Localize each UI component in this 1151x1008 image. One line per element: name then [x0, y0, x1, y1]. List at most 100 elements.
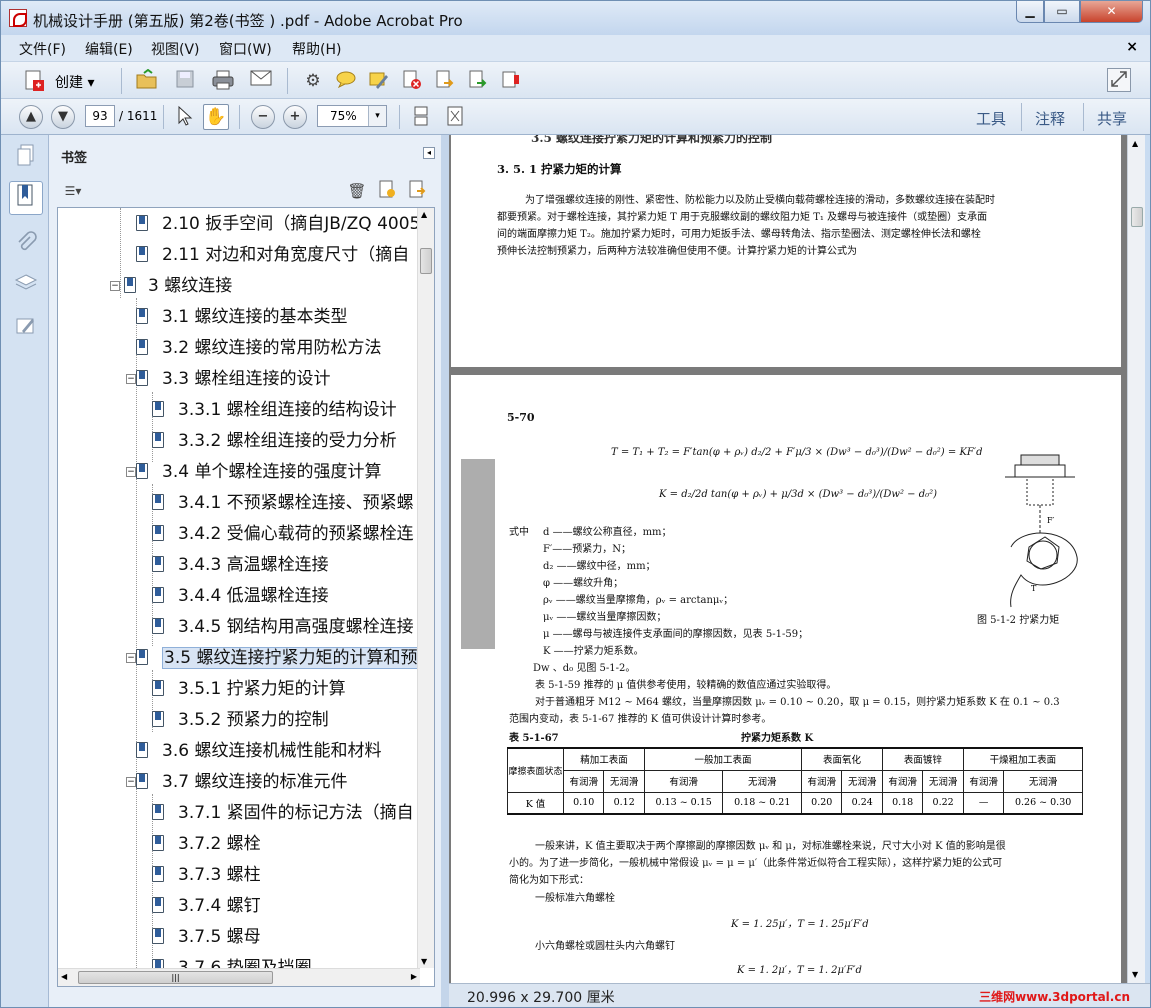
minimize-button[interactable]: ▁ — [1016, 1, 1044, 23]
menu-edit[interactable]: 编辑(E) — [85, 39, 133, 59]
table-row-label: K 值 — [507, 791, 564, 815]
save-icon[interactable] — [173, 69, 197, 93]
bookmark-item[interactable]: 3.5.2 预紧力的控制 — [152, 706, 329, 734]
fullscreen-icon[interactable] — [1107, 68, 1131, 92]
next-page-button[interactable]: ▼ — [51, 105, 75, 129]
zoom-dropdown-icon[interactable]: ▾ — [368, 106, 386, 126]
comment-tab[interactable]: 注释 — [1035, 108, 1065, 129]
close-window-button[interactable]: ✕ — [1080, 1, 1143, 23]
attachments-paperclip-icon[interactable] — [13, 231, 39, 257]
email-icon[interactable] — [249, 69, 273, 93]
bookmark-label: 3.7 螺纹连接的标准元件 — [162, 772, 348, 792]
bookmarks-panel-icon[interactable] — [9, 181, 43, 215]
share-tab[interactable]: 共享 — [1097, 108, 1127, 129]
create-pdf-icon[interactable] — [23, 69, 47, 93]
maximize-button[interactable]: ▭ — [1044, 1, 1080, 23]
table-cell: 0.10 — [562, 791, 605, 815]
bookmark-item[interactable]: 3.4.3 高温螺栓连接 — [152, 551, 329, 579]
scroll-thumb[interactable]: ||| — [78, 971, 273, 984]
delete-pages-icon[interactable] — [400, 69, 424, 93]
gear-icon[interactable]: ⚙ — [301, 69, 325, 93]
bookmark-item[interactable]: 3.7.4 螺钉 — [152, 892, 261, 920]
bookmark-item[interactable]: − 3.7 螺纹连接的标准元件 — [126, 768, 347, 796]
fit-page-icon[interactable] — [443, 105, 467, 129]
open-folder-icon[interactable] — [135, 68, 159, 93]
scroll-right-icon[interactable]: ▶ — [411, 972, 417, 981]
menu-window[interactable]: 窗口(W) — [219, 39, 272, 59]
bookmarks-panel: 书签 ◂ ☰▾ 🗑 2.10 扳手空间（摘自JB/ZQ 4005 2.11 对边… — [49, 135, 441, 1007]
bookmark-item[interactable]: − 3.4 单个螺栓连接的强度计算 — [126, 458, 381, 486]
bookmark-item[interactable]: − 3.3 螺栓组连接的设计 — [126, 365, 330, 393]
collapse-toggle[interactable]: − — [126, 467, 136, 477]
highlight-text-icon[interactable] — [367, 69, 391, 93]
hand-tool-icon[interactable]: ✋ — [203, 104, 229, 130]
pane-splitter[interactable] — [441, 135, 449, 1007]
scroll-up-icon[interactable]: ▲ — [421, 210, 427, 219]
bookmark-icon — [152, 866, 164, 882]
bookmark-item[interactable]: 3.7.2 螺栓 — [152, 830, 261, 858]
bookmark-item[interactable]: 3.7.5 螺母 — [152, 923, 261, 951]
bookmark-item[interactable]: 3.3.1 螺栓组连接的结构设计 — [152, 396, 397, 424]
bookmark-item[interactable]: 3.4.4 低温螺栓连接 — [152, 582, 329, 610]
extract-pages-icon[interactable] — [433, 69, 457, 93]
bookmarks-vertical-scrollbar[interactable]: ▲ ▼ — [417, 208, 434, 968]
previous-page-button[interactable]: ▲ — [19, 105, 43, 129]
table-sub-header: 无润滑 — [841, 769, 883, 793]
collapse-panel-button[interactable]: ◂ — [423, 147, 435, 159]
export-pages-icon[interactable] — [466, 69, 490, 93]
bookmark-label: 3.2 螺纹连接的常用防松方法 — [162, 338, 382, 358]
bookmark-item[interactable]: 3.4.2 受偏心载荷的预紧螺栓连 — [152, 520, 414, 548]
comment-bubble-icon[interactable] — [334, 69, 358, 93]
print-icon[interactable] — [211, 69, 235, 93]
bookmark-item[interactable]: 3.1 螺纹连接的基本类型 — [136, 303, 347, 331]
collapse-toggle[interactable]: − — [110, 281, 120, 291]
scrolling-mode-icon[interactable] — [409, 105, 433, 129]
expand-bookmark-icon[interactable] — [405, 179, 429, 203]
new-bookmark-icon[interactable] — [375, 179, 399, 203]
zoom-out-button[interactable]: − — [251, 105, 275, 129]
menu-help[interactable]: 帮助(H) — [292, 39, 341, 59]
bookmark-item[interactable]: 3.3.2 螺栓组连接的受力分析 — [152, 427, 397, 455]
create-button[interactable]: 创建 ▾ — [55, 72, 94, 92]
zoom-select[interactable]: 75% ▾ — [317, 105, 387, 127]
scroll-down-icon[interactable]: ▼ — [1132, 970, 1138, 979]
scroll-left-icon[interactable]: ◀ — [61, 972, 67, 981]
bookmark-item[interactable]: 3.4.1 不预紧螺栓连接、预紧螺 — [152, 489, 414, 517]
zoom-in-button[interactable]: + — [283, 105, 307, 129]
bookmark-options-icon[interactable]: ☰▾ — [59, 179, 87, 203]
collapse-toggle[interactable]: − — [126, 374, 136, 384]
bookmark-item[interactable]: 3.2 螺纹连接的常用防松方法 — [136, 334, 381, 362]
menu-bar: 文件(F) 编辑(E) 视图(V) 窗口(W) 帮助(H) × — [1, 35, 1150, 61]
layers-icon[interactable] — [13, 273, 39, 299]
bookmark-item[interactable]: 3.7.3 螺柱 — [152, 861, 261, 889]
tools-tab[interactable]: 工具 — [976, 108, 1006, 129]
bookmarks-toolbar: ☰▾ 🗑 — [49, 177, 441, 205]
page-thumbnails-icon[interactable] — [13, 143, 39, 169]
delete-bookmark-icon[interactable]: 🗑 — [345, 179, 369, 203]
menu-view[interactable]: 视图(V) — [151, 39, 200, 59]
select-cursor-icon[interactable] — [173, 105, 197, 129]
bookmark-item[interactable]: 3.6 螺纹连接机械性能和材料 — [136, 737, 381, 765]
bookmark-item[interactable]: 3.5.1 拧紧力矩的计算 — [152, 675, 346, 703]
scroll-thumb[interactable] — [1131, 207, 1143, 227]
bookmark-item[interactable]: 3.4.5 钢结构用高强度螺栓连接 — [152, 613, 414, 641]
form-fields-icon[interactable] — [499, 69, 523, 93]
scroll-thumb[interactable] — [420, 248, 432, 274]
close-document-button[interactable]: × — [1126, 39, 1138, 55]
page-number-input[interactable]: 93 — [85, 105, 115, 127]
scroll-down-icon[interactable]: ▼ — [421, 957, 427, 966]
signatures-icon[interactable] — [13, 315, 39, 341]
bookmark-item[interactable]: 3.7.1 紧固件的标记方法（摘自 — [152, 799, 414, 827]
bookmark-item-selected[interactable]: − 3.5 螺纹连接拧紧力矩的计算和预 — [126, 644, 420, 672]
collapse-toggle[interactable]: − — [126, 777, 136, 787]
bookmark-item[interactable]: 2.11 对边和对角宽度尺寸（摘自 — [136, 241, 409, 269]
collapse-toggle[interactable]: − — [126, 653, 136, 663]
bookmark-item[interactable]: − 3 螺纹连接 — [110, 272, 232, 300]
document-vertical-scrollbar[interactable]: ▲ ▼ — [1127, 135, 1145, 983]
menu-file[interactable]: 文件(F) — [19, 39, 66, 59]
definition-line: φ ——螺纹升角； — [543, 578, 624, 589]
scroll-up-icon[interactable]: ▲ — [1132, 139, 1138, 148]
bookmarks-horizontal-scrollbar[interactable]: ◀ ||| ▶ — [58, 968, 420, 986]
bookmark-item[interactable]: 2.10 扳手空间（摘自JB/ZQ 4005 — [136, 210, 420, 238]
bookmark-label: 2.11 对边和对角宽度尺寸（摘自 — [162, 245, 410, 265]
